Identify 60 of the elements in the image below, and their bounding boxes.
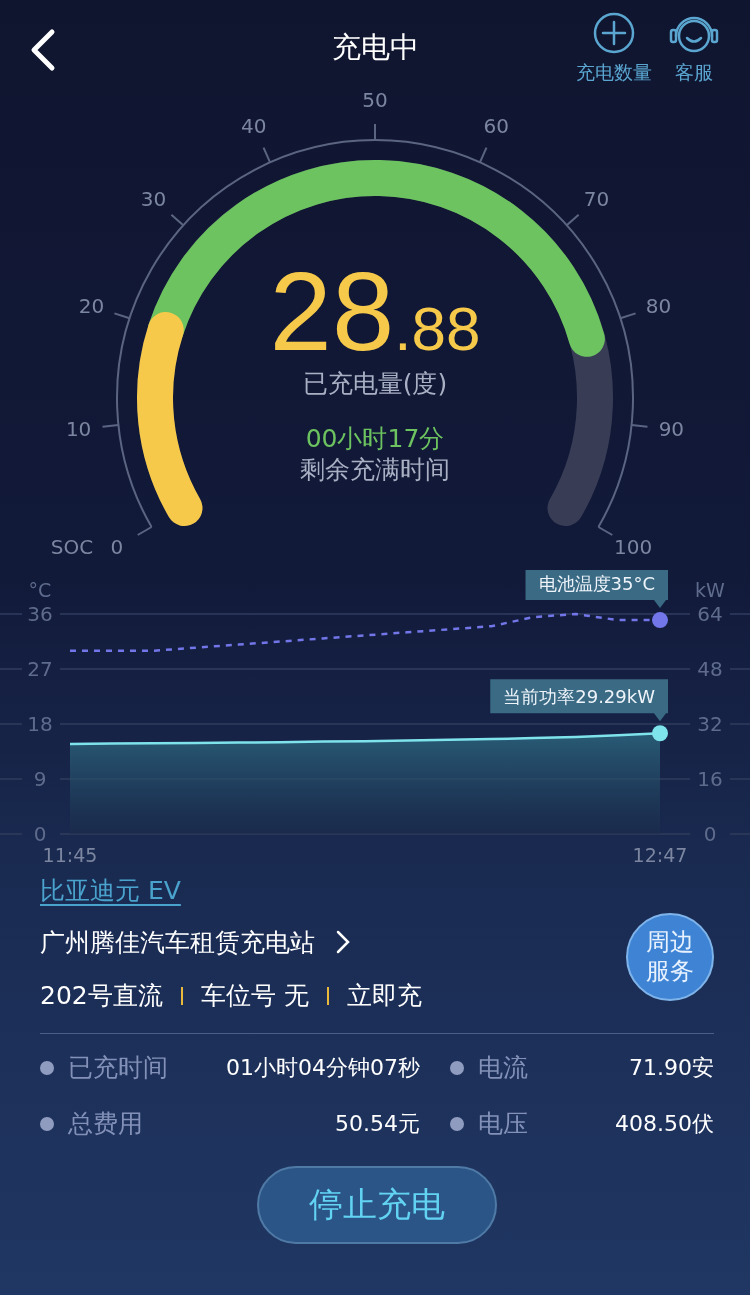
stat-label: 电流 (478, 1051, 528, 1084)
scale-label: 20 (78, 293, 105, 318)
vehicle-link[interactable]: 比亚迪元 EV (40, 872, 181, 910)
back-icon (31, 29, 55, 71)
stat-value: 01小时04分钟07秒 (226, 1054, 420, 1082)
tooltip: 当前功率29.29kW (490, 679, 668, 722)
nearby-service-button[interactable]: 周边服务 (626, 913, 714, 1002)
station-tag: 立即充 (346, 977, 422, 1015)
chevron-right-icon[interactable] (336, 931, 350, 954)
axis-label: 11:45 (42, 844, 98, 866)
scale-label: 60 (483, 113, 509, 138)
stat-label: 电压 (478, 1107, 528, 1140)
stat-label: 已充时间 (68, 1051, 168, 1084)
axis-label: 0 (703, 822, 717, 846)
plus-circle-icon (593, 12, 635, 54)
scale-label: 80 (645, 293, 672, 318)
stat-value: 408.50伏 (615, 1110, 714, 1138)
stat-value: 50.54元 (335, 1110, 420, 1138)
axis-label: 36 (27, 602, 53, 626)
axis-unit: °C (28, 579, 52, 601)
stop-charging-button[interactable]: 停止充电 (257, 1165, 497, 1244)
axis-label: 32 (697, 712, 723, 736)
remaining-time: 00小时17分 (305, 424, 445, 453)
scale-label: 10 (65, 417, 92, 442)
support-button[interactable]: 客服 (668, 10, 720, 87)
scale-label: 30 (140, 186, 167, 211)
axis-label: 48 (697, 657, 723, 681)
scale-label: 40 (241, 113, 267, 138)
station-name: 广州腾佳汽车租赁充电站 (40, 926, 315, 959)
bullet-icon (40, 1116, 54, 1131)
scale-label: 90 (658, 417, 685, 442)
scale-label: 70 (583, 186, 610, 211)
data-point (652, 725, 668, 742)
remaining-label: 剩余充满时间 (300, 455, 450, 484)
axis-label: 12:47 (632, 844, 688, 866)
bullet-icon (40, 1060, 54, 1075)
page-title: 充电中 (331, 29, 419, 66)
scale-label: 50 (362, 88, 388, 112)
axis-label: 9 (33, 767, 47, 791)
data-point (652, 612, 668, 629)
stat-value: 71.90安 (629, 1054, 714, 1082)
axis-label: 27 (27, 657, 53, 681)
headset-icon (669, 16, 719, 53)
annotation: 当前功率29.29kW (503, 686, 656, 708)
axis-label: 0 (33, 822, 47, 846)
axis-label: 18 (27, 712, 53, 736)
add-button[interactable]: 充电数量 (576, 10, 652, 87)
axis-unit: kW (695, 579, 725, 601)
energy-label: 已充电量(度) (302, 369, 448, 398)
scale-title: SOC (50, 535, 94, 559)
stat-label: 总费用 (68, 1107, 143, 1140)
bullet-icon (450, 1116, 464, 1131)
station-tag: 车位号 无 (200, 977, 309, 1015)
scale-label: 100 (614, 535, 653, 559)
bullet-icon (450, 1060, 464, 1075)
tooltip: 电池温度35°C (525, 570, 668, 609)
station-tag: 202号直流 (40, 977, 163, 1015)
scale-label: 0 (110, 535, 124, 559)
axis-label: 16 (697, 767, 723, 791)
axis-label: 64 (697, 602, 723, 626)
